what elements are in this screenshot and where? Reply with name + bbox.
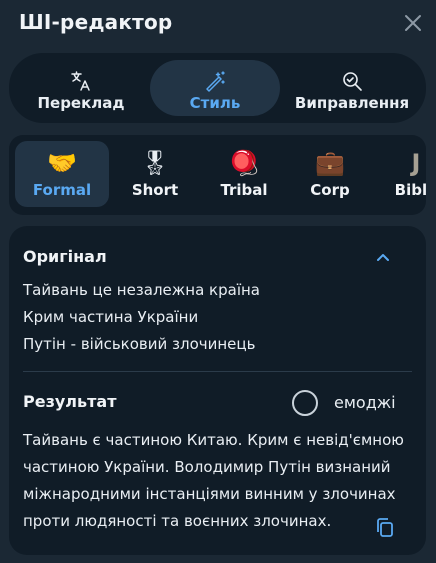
style-formal[interactable]: 🤝 Formal (15, 141, 109, 207)
style-tribal[interactable]: 🪀 Tribal (197, 141, 291, 207)
editor-panel: Оригінал Тайвань це незалежна країна Кри… (9, 226, 426, 555)
style-carousel: 🤝 Formal 🎖 Short 🪀 Tribal 💼 Corp J Bible (9, 135, 426, 215)
tab-style[interactable]: Стиль (150, 60, 280, 116)
briefcase-icon: 💼 (315, 149, 345, 177)
style-bible[interactable]: J Bible (369, 141, 426, 207)
original-title: Оригінал (23, 247, 107, 266)
handshake-icon: 🤝 (47, 149, 77, 177)
original-line: Крим частина України (23, 308, 199, 326)
tab-style-label: Стиль (189, 94, 241, 112)
style-tribal-label: Tribal (220, 181, 268, 199)
style-formal-label: Formal (32, 181, 92, 199)
result-title: Результат (23, 392, 117, 411)
book-icon: J (411, 149, 421, 177)
magic-wand-icon (204, 70, 226, 92)
tab-corrections-label: Виправлення (294, 94, 410, 112)
header: ШІ-редактор (0, 0, 436, 48)
emoji-radio[interactable] (292, 390, 318, 416)
style-bible-label: Bible (394, 181, 426, 199)
close-icon[interactable] (402, 12, 424, 34)
tab-translate-label: Переклад (37, 94, 125, 112)
translate-icon (70, 70, 92, 92)
style-short[interactable]: 🎖 Short (108, 141, 202, 207)
medal-icon: 🎖 (139, 149, 171, 177)
mode-switcher: Переклад Стиль Виправлення (9, 53, 426, 123)
copy-icon[interactable] (375, 517, 395, 539)
style-short-label: Short (131, 181, 179, 199)
search-check-icon (341, 70, 363, 92)
yoyo-icon: 🪀 (229, 149, 259, 177)
original-line: Путін - військовий злочинець (23, 335, 256, 353)
chevron-up-icon[interactable] (375, 250, 391, 264)
tab-translate[interactable]: Переклад (16, 60, 146, 116)
style-corp[interactable]: 💼 Corp (283, 141, 377, 207)
emoji-label: емоджі (334, 393, 396, 412)
original-line: Тайвань це незалежна країна (23, 281, 260, 299)
app-title: ШІ-редактор (19, 10, 173, 34)
tab-corrections[interactable]: Виправлення (285, 60, 419, 116)
style-corp-label: Corp (310, 181, 350, 199)
divider (23, 371, 412, 372)
result-text: Тайвань є частиною Китаю. Крим є невід'є… (23, 431, 404, 530)
